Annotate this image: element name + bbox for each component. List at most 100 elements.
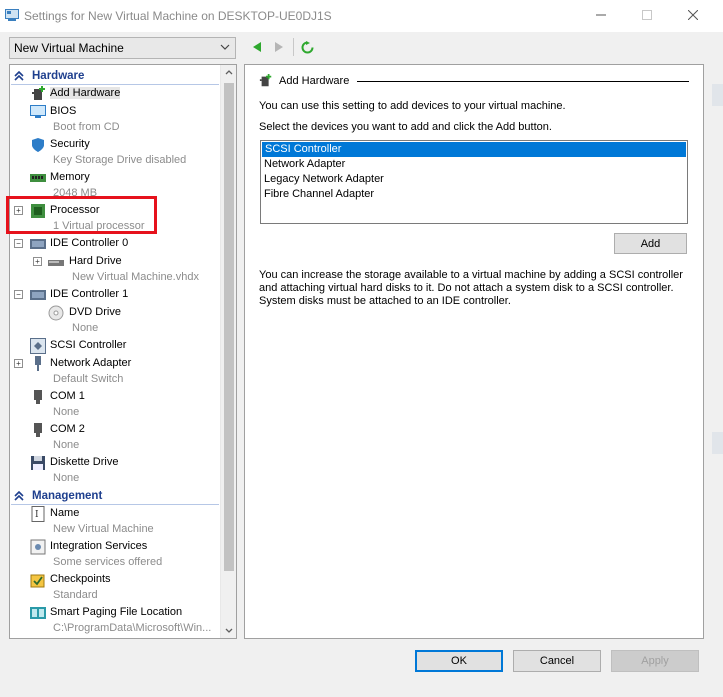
svg-text:I: I [35,510,39,520]
add-hardware-icon [32,86,45,100]
background-window-strip [712,84,723,106]
tree-item-sublabel: None [53,406,80,418]
window-title: Settings for New Virtual Machine on DESK… [24,9,332,23]
diskette-icon [31,456,45,470]
tree-item-bios[interactable]: BIOS Boot from CD [10,103,220,136]
tree-item-label: DVD Drive [69,306,121,318]
maximize-button [624,0,670,30]
shield-icon [32,138,44,152]
header-rule [357,80,689,82]
scrollbar-thumb[interactable] [224,83,234,571]
cancel-button[interactable]: Cancel [513,650,601,672]
settings-window: Settings for New Virtual Machine on DESK… [0,0,723,697]
forward-button[interactable] [272,40,286,54]
device-option-scsi-controller[interactable]: SCSI Controller [262,142,686,157]
name-icon: I [31,506,45,522]
tree-scrollbar[interactable] [220,65,236,638]
tree-item-label: Smart Paging File Location [50,606,183,618]
tree-item-name[interactable]: I Name New Virtual Machine [10,505,220,538]
tree-item-label: Add Hardware [50,87,121,99]
tree-item-label: Network Adapter [50,357,132,369]
tree-item-com-2[interactable]: COM 2 None [10,421,220,454]
minimize-button[interactable] [578,0,624,30]
tree-item-label: Name [50,507,80,519]
tree-item-hard-drive[interactable]: + Hard Drive New Virtual Machine.vhdx [10,253,220,286]
pane-note-text: You can increase the storage available t… [259,269,683,281]
tree-item-label: COM 2 [50,423,85,435]
close-button[interactable] [670,0,716,30]
refresh-icon [301,40,313,53]
toolbar-divider [293,38,294,56]
chevron-down-icon [220,44,230,50]
tree-item-sublabel: New Virtual Machine [53,523,154,535]
tree-item-label: IDE Controller 0 [50,237,129,249]
collapse-section-icon [14,70,24,81]
management-section-header[interactable]: Management [11,487,219,505]
bios-icon [30,105,46,118]
title-bar: Settings for New Virtual Machine on DESK… [0,0,723,32]
add-hardware-icon [259,74,272,87]
device-option-fibre-channel-adapter[interactable]: Fibre Channel Adapter [261,187,687,202]
refresh-button[interactable] [300,40,314,54]
tree-item-sublabel: Key Storage Drive disabled [53,154,187,166]
vm-selector-dropdown[interactable]: New Virtual Machine [9,37,236,59]
hardware-section-header[interactable]: Hardware [11,67,219,85]
tree-item-dvd-drive[interactable]: DVD Drive None [10,304,220,337]
pane-intro-text: You can use this setting to add devices … [259,100,566,112]
tree-item-sublabel: New Virtual Machine.vhdx [72,271,199,283]
smart-paging-icon [30,607,46,619]
device-option-network-adapter[interactable]: Network Adapter [261,157,687,172]
tree-item-com-1[interactable]: COM 1 None [10,388,220,421]
device-option-legacy-network-adapter[interactable]: Legacy Network Adapter [261,172,687,187]
pane-header: Add Hardware [259,73,689,89]
tree-item-label: BIOS [50,105,77,117]
tree-item-network-adapter[interactable]: + Network Adapter Default Switch [10,355,220,388]
tree-item-sublabel: None [53,472,80,484]
tree-item-label: Checkpoints [50,573,111,585]
scroll-up-icon[interactable] [225,69,233,75]
tree-item-sublabel: Default Switch [53,373,124,385]
memory-icon [30,174,46,182]
annotation-highlight-box [6,196,157,234]
tree-item-label: IDE Controller 1 [50,288,129,300]
collapse-section-icon [14,490,24,501]
tree-item-label: Integration Services [50,540,148,552]
pane-note-text: System disks must be attached to an IDE … [259,295,511,307]
ide-controller-icon [30,239,46,249]
ok-button[interactable]: OK [415,650,503,672]
tree-item-smart-paging[interactable]: Smart Paging File Location C:\ProgramDat… [10,604,220,637]
pane-instruction-text: Select the devices you want to add and c… [259,121,552,133]
tree-item-label: SCSI Controller [50,339,127,351]
settings-tree: Hardware Add Hardware BIOS Boot from CD … [9,64,237,639]
tree-item-diskette-drive[interactable]: Diskette Drive None [10,454,220,487]
pane-note-text: and attaching virtual hard disks to it. … [259,282,674,294]
collapse-toggle[interactable]: − [14,290,23,299]
expand-toggle[interactable]: + [14,359,23,368]
management-header-label: Management [32,489,103,502]
back-button[interactable] [250,40,264,54]
integration-services-icon [30,539,46,555]
scsi-controller-icon [30,338,46,354]
com-port-icon [34,423,42,437]
tree-item-label: COM 1 [50,390,85,402]
apply-button[interactable]: Apply [611,650,699,672]
add-button[interactable]: Add [614,233,687,254]
tree-item-label: Security [50,138,90,150]
device-listbox[interactable]: SCSI Controller Network Adapter Legacy N… [260,140,688,224]
tree-item-security[interactable]: Security Key Storage Drive disabled [10,136,220,169]
expand-toggle[interactable]: + [33,257,42,266]
pane-title: Add Hardware [279,75,350,87]
tree-item-label: Diskette Drive [50,456,119,468]
maximize-icon [642,10,652,20]
background-window-strip [712,432,723,454]
collapse-toggle[interactable]: − [14,239,23,248]
tree-item-label: Hard Drive [69,255,122,267]
network-adapter-icon [35,356,41,371]
tree-item-sublabel: Standard [53,589,98,601]
tree-item-integration-services[interactable]: Integration Services Some services offer… [10,538,220,571]
hard-drive-icon [48,260,64,266]
scroll-down-icon[interactable] [225,628,233,634]
tree-item-checkpoints[interactable]: Checkpoints Standard [10,571,220,604]
close-icon [688,10,698,20]
minimize-icon [596,14,606,16]
